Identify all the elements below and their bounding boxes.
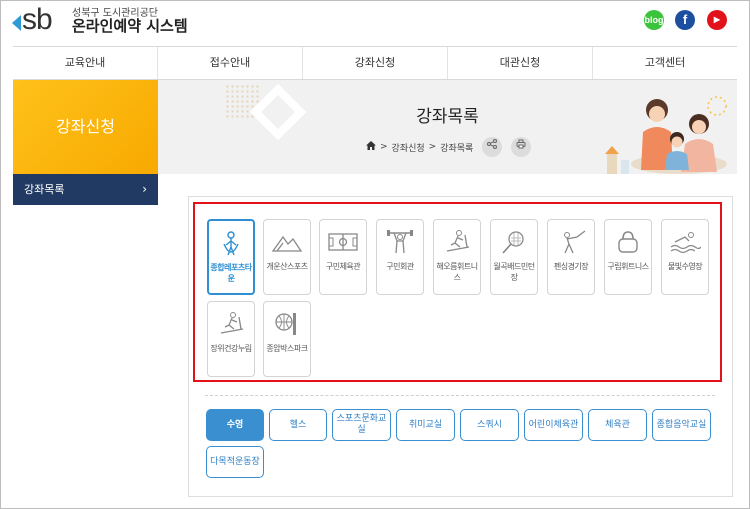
chevron-right-icon: › (142, 182, 147, 196)
site-header: sb 성북구 도시관리공단 온라인예약 시스템 blog f ▶ (0, 0, 750, 46)
jump-rope-icon (223, 231, 239, 256)
facility-tile-haeoreum-fitness[interactable]: 해오름휘트니스 (433, 219, 481, 295)
sidebar-item-label: 강좌목록 (24, 183, 65, 196)
site-logo[interactable]: sb 성북구 도시관리공단 온라인예약 시스템 (12, 3, 188, 37)
nav-course-apply[interactable]: 강좌신청 (302, 47, 447, 79)
print-icon[interactable] (511, 137, 532, 157)
category-button-kids-gym[interactable]: 어린이체육관 (524, 409, 583, 441)
category-button-music[interactable]: 종합음악교실 (652, 409, 711, 441)
category-button-sports-culture[interactable]: 스포츠문화교실 (332, 409, 391, 441)
category-button-swimming[interactable]: 수영 (206, 409, 264, 441)
blog-icon[interactable]: blog (644, 10, 664, 30)
share-icon[interactable] (482, 137, 503, 157)
sidebar-title: 강좌신청 (13, 80, 158, 174)
category-button-gymnasium[interactable]: 체육관 (588, 409, 647, 441)
sidebar-item-course-list[interactable]: 강좌목록 › (13, 174, 158, 205)
home-icon[interactable] (366, 141, 376, 153)
facility-tile-gumin-gym[interactable]: 구민체육관 (319, 219, 367, 295)
nav-registration-info[interactable]: 접수안내 (157, 47, 302, 79)
court-icon (328, 233, 358, 251)
category-button-health[interactable]: 헬스 (269, 409, 327, 441)
page-banner: 강좌목록 > 강좌신청 > 강좌목록 (158, 80, 737, 174)
breadcrumb: > 강좌신청 > 강좌목록 (366, 137, 535, 157)
main-nav: 교육안내 접수안내 강좌신청 대관신청 고객센터 (13, 46, 737, 80)
facility-tile-gurip-fitness[interactable]: 구립휘트니스 (604, 219, 652, 295)
nav-customer-center[interactable]: 고객센터 (592, 47, 737, 79)
nav-rental-apply[interactable]: 대관신청 (447, 47, 592, 79)
nav-education[interactable]: 교육안내 (13, 47, 157, 79)
breadcrumb-item[interactable]: 강좌신청 (392, 141, 425, 154)
facility-tile-jongam-boxpark[interactable]: 종암박스파크 (263, 301, 311, 377)
facility-tile-wolgok-badminton[interactable]: 월곡배드민턴장 (490, 219, 538, 295)
facility-tile-leports-town[interactable]: 종합레포츠타운 (207, 219, 255, 295)
facility-tile-jangwi[interactable]: 장위건강누림 (207, 301, 255, 377)
category-button-multipurpose[interactable]: 다목적운동장 (206, 446, 264, 478)
facebook-icon[interactable]: f (675, 10, 695, 30)
fencing-icon (564, 230, 586, 254)
runner-icon (220, 312, 244, 334)
swimmer-icon (670, 232, 701, 254)
youtube-icon[interactable]: ▶ (707, 10, 727, 30)
logo-title: 온라인예약 시스템 (72, 17, 188, 36)
breadcrumb-item[interactable]: 강좌목록 (440, 141, 473, 154)
logo-mark: sb (12, 3, 66, 37)
section-divider (205, 395, 715, 396)
facility-tile-gaeunsan[interactable]: 개운산스포츠 (263, 219, 311, 295)
badminton-icon (502, 231, 524, 254)
family-illustration-icon (605, 96, 727, 174)
basketball-icon (275, 313, 296, 335)
mountain-icon (271, 235, 303, 252)
facility-tile-gumin-hall[interactable]: 구민회관 (376, 219, 424, 295)
facility-tile-fencing[interactable]: 펜싱경기장 (547, 219, 595, 295)
kettlebell-icon (618, 231, 638, 253)
weightlifter-icon (387, 230, 413, 254)
category-button-squash[interactable]: 스쿼시 (460, 409, 519, 441)
category-button-hobby[interactable]: 취미교실 (396, 409, 455, 441)
facility-tile-mulbit-pool[interactable]: 물빛수영장 (661, 219, 709, 295)
treadmill-icon (446, 230, 470, 252)
